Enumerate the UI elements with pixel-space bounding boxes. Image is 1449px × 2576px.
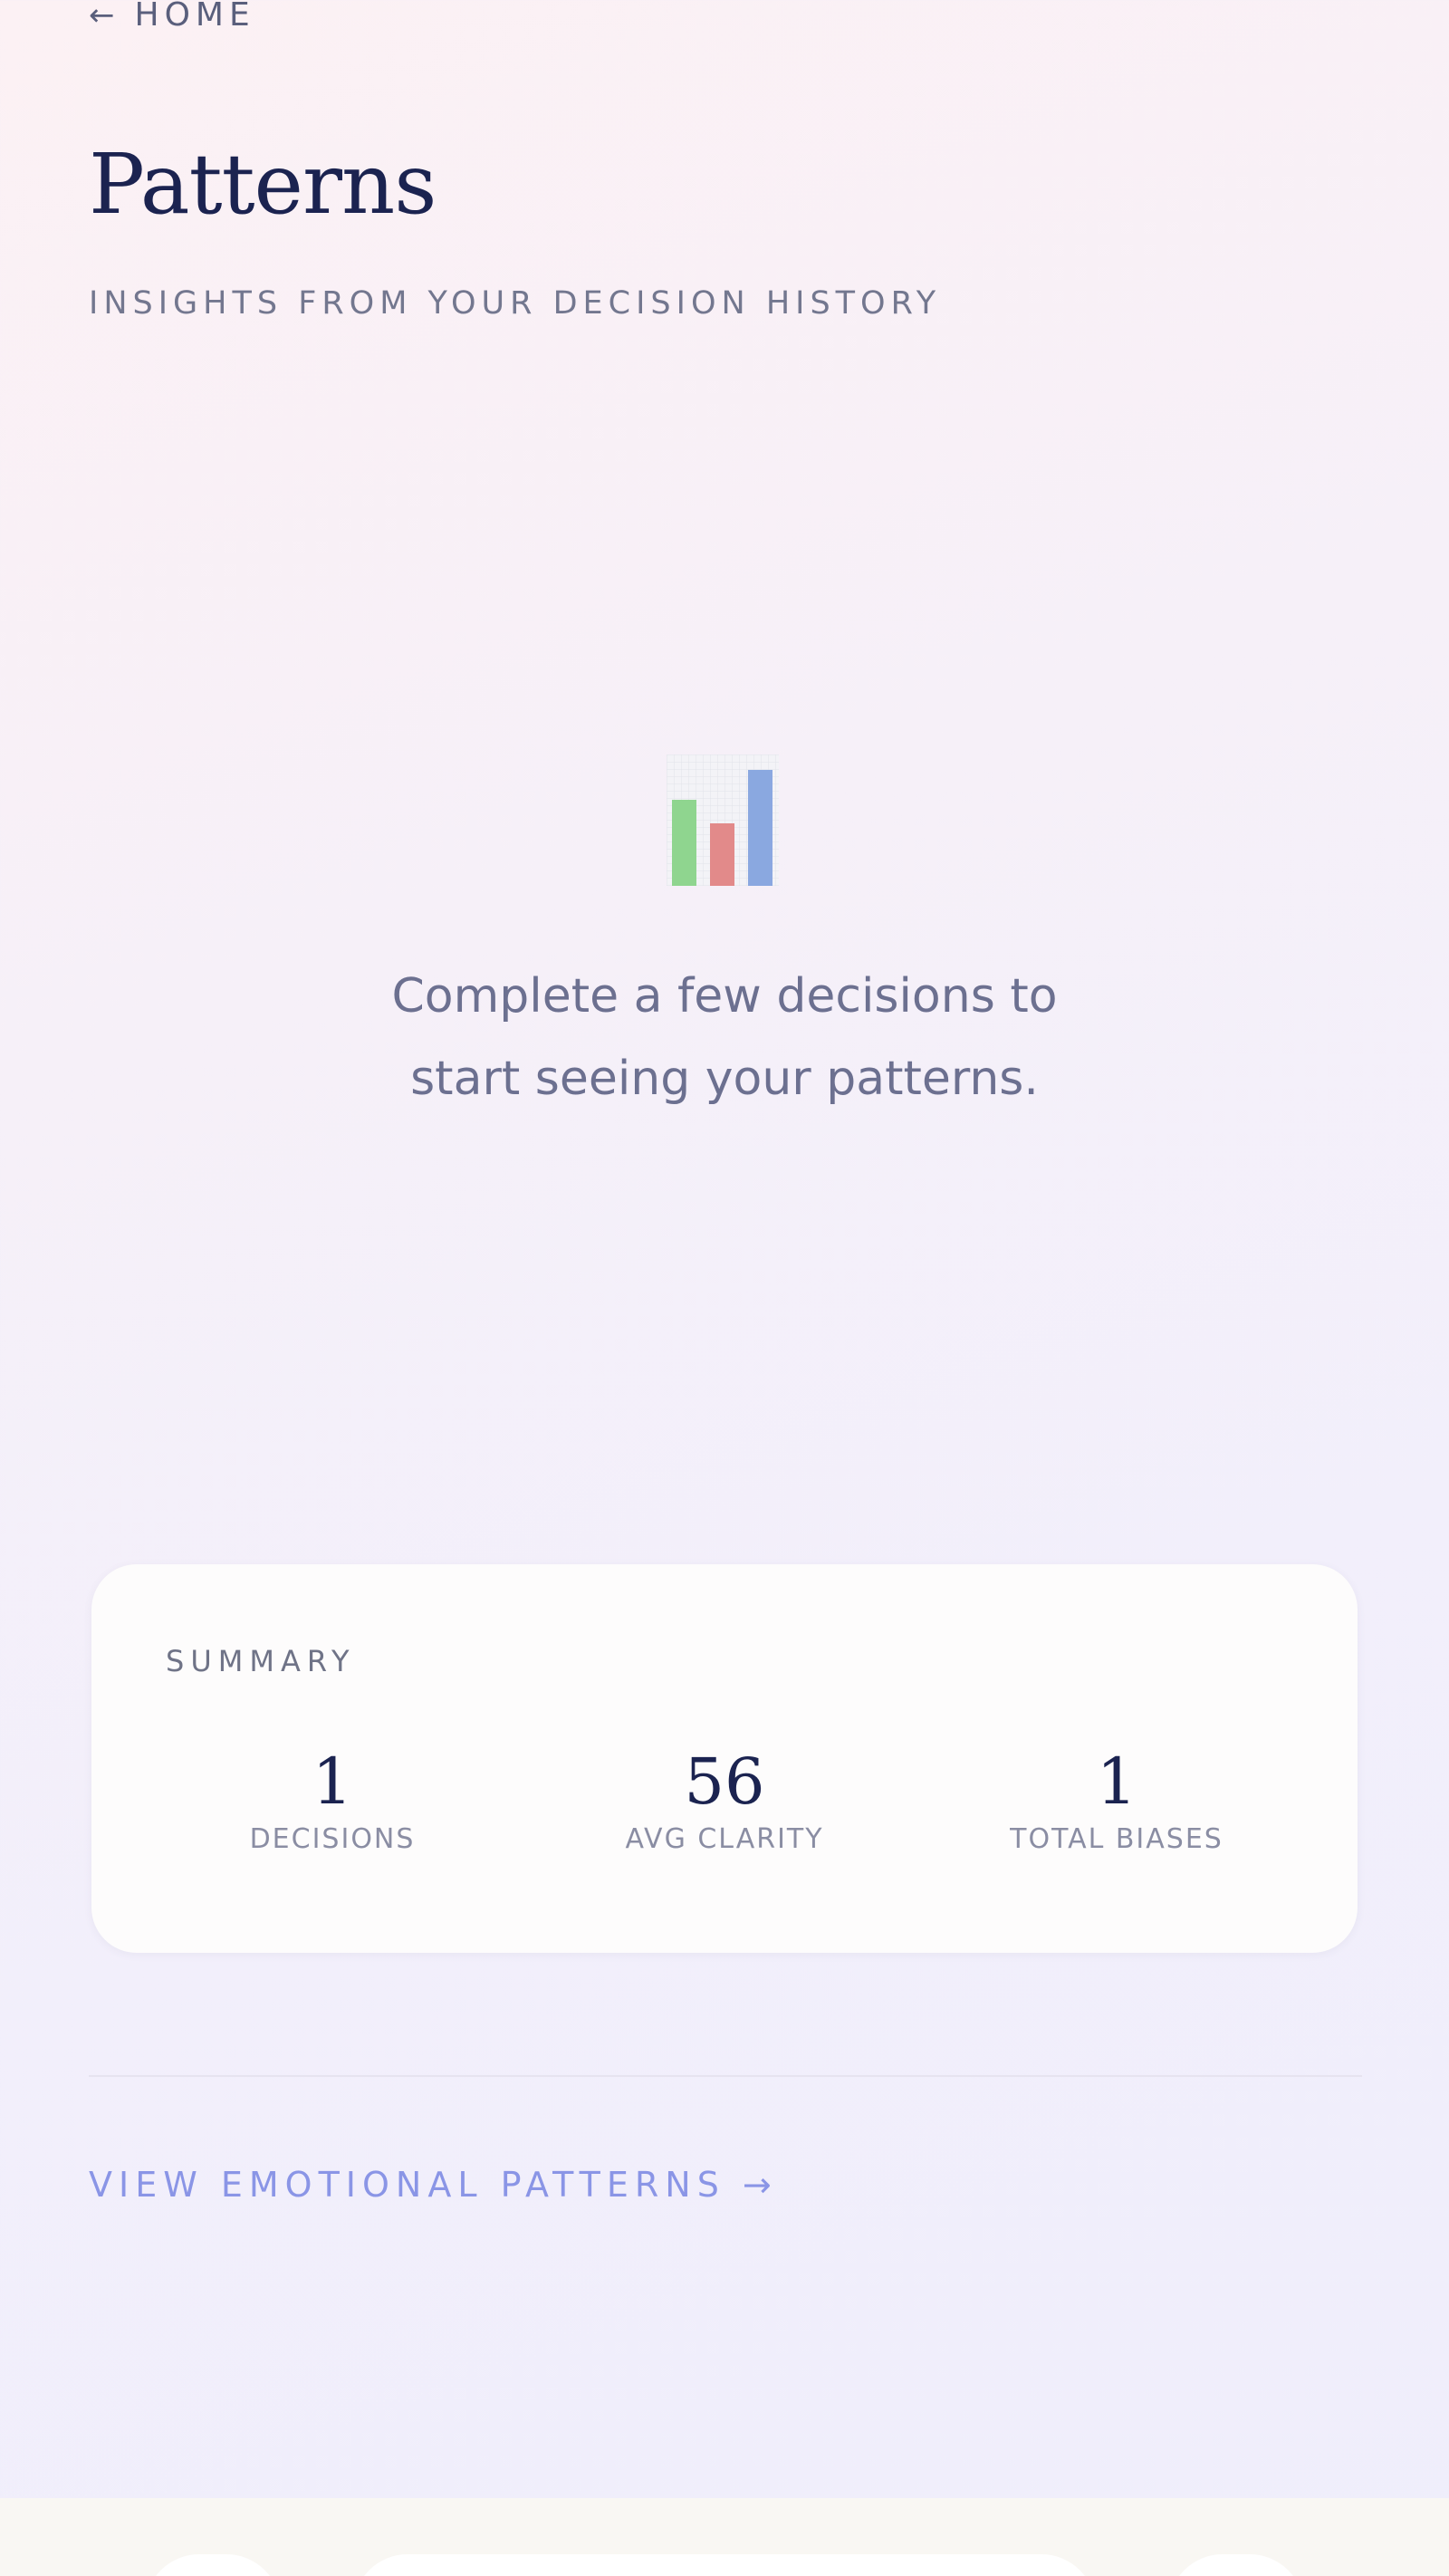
stat-avg-clarity-value: 56	[684, 1745, 765, 1819]
chart-bar-red	[710, 823, 734, 886]
page-subtitle: INSIGHTS FROM YOUR DECISION HISTORY	[89, 285, 942, 322]
view-emotional-patterns-link[interactable]: VIEW EMOTIONAL PATTERNS →	[89, 2165, 778, 2205]
bottom-nav-right-button[interactable]	[1168, 2554, 1304, 2576]
chart-bar-green	[672, 800, 696, 886]
stat-avg-clarity-label: AVG CLARITY	[625, 1823, 824, 1855]
stat-decisions-value: 1	[312, 1745, 353, 1819]
empty-state-line-2: start seeing your patterns.	[410, 1052, 1039, 1106]
empty-state-message: Complete a few decisions to start seeing…	[272, 956, 1177, 1120]
stat-total-biases: 1 TOTAL BIASES	[963, 1745, 1271, 1855]
back-home-link[interactable]: ← HOME	[89, 0, 255, 34]
bottom-nav-left-button[interactable]	[145, 2554, 281, 2576]
page-title: Patterns	[89, 136, 437, 233]
stat-decisions: 1 DECISIONS	[178, 1745, 486, 1855]
stat-total-biases-label: TOTAL BIASES	[1010, 1823, 1223, 1855]
bottom-navigation-bar	[0, 2498, 1449, 2576]
empty-state-line-1: Complete a few decisions to	[391, 969, 1058, 1024]
bar-chart-icon	[667, 755, 779, 886]
section-divider	[89, 2075, 1362, 2077]
bottom-nav-center-button[interactable]	[353, 2554, 1096, 2576]
arrow-left-icon: ←	[89, 0, 115, 34]
back-home-label: HOME	[134, 0, 255, 34]
stat-decisions-label: DECISIONS	[249, 1823, 416, 1855]
summary-card: SUMMARY 1 DECISIONS 56 AVG CLARITY 1 TOT…	[91, 1564, 1358, 1953]
chart-bar-blue	[748, 770, 772, 886]
summary-label: SUMMARY	[166, 1644, 356, 1678]
stat-total-biases-value: 1	[1096, 1745, 1137, 1819]
stat-avg-clarity: 56 AVG CLARITY	[571, 1745, 878, 1855]
